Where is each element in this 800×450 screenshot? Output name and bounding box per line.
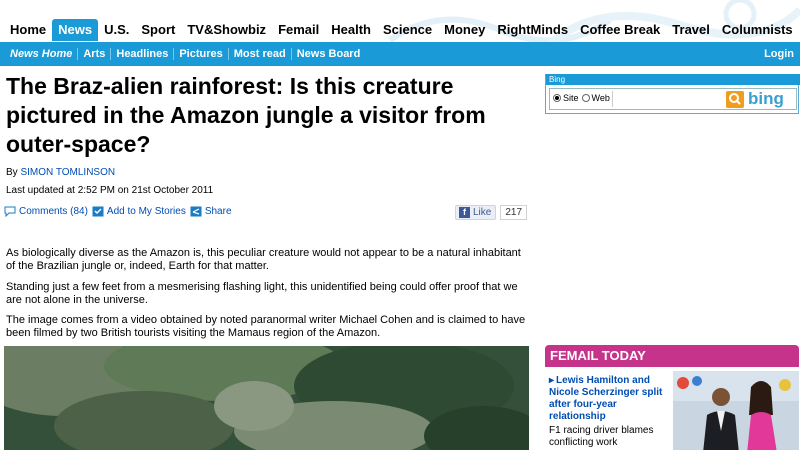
search-scope: Site Web [553,93,610,103]
web-radio-label: Web [591,93,610,103]
byline: By SIMON TOMLINSON [6,167,115,178]
nav-columnists[interactable]: Columnists [716,19,799,41]
main-nav: Home News U.S. Sport TV&Showbiz Femail H… [4,19,799,41]
add-story-label: Add to My Stories [106,206,186,217]
subnav-pictures[interactable]: Pictures [174,48,229,60]
nav-money[interactable]: Money [438,19,491,41]
search-button[interactable] [726,91,744,108]
facebook-like: f Like 217 [455,205,528,220]
top-navigation: Home News U.S. Sport TV&Showbiz Femail H… [0,0,800,44]
nav-news[interactable]: News [52,19,99,41]
bing-header: Bing [546,74,800,85]
add-to-stories-link[interactable]: Add to My Stories [92,206,186,217]
subnav-headlines[interactable]: Headlines [111,48,175,60]
share-label: Share [204,206,232,217]
article-actions: Comments (84) Add to My Stories Share [4,206,236,217]
nav-home[interactable]: Home [4,19,52,41]
femail-story-photo[interactable] [673,371,799,450]
subnav-most-read[interactable]: Most read [229,48,292,60]
comments-link[interactable]: Comments (84) [4,206,88,217]
search-icon [729,93,741,105]
facebook-icon: f [459,207,470,218]
femail-title: FEMAIL TODAY [550,348,646,363]
share-icon [190,206,202,217]
subnav-news-board[interactable]: News Board [292,48,366,60]
subnav-news-home[interactable]: News Home [0,48,79,60]
subnav-arts[interactable]: Arts [78,48,112,60]
author-link[interactable]: SIMON TOMLINSON [20,167,115,178]
site-radio-label: Site [563,93,579,103]
bing-label: Bing [549,75,566,84]
jungle-image [4,346,529,450]
bing-search-widget: Bing Site Web bing [545,74,800,114]
femail-story-title: Lewis Hamilton and Nicole Scherzinger sp… [549,375,663,422]
article-headline: The Braz-alien rainforest: Is this creat… [6,73,486,157]
speech-bubble-icon [4,206,16,217]
article-paragraph: Standing just a few feet from a mesmeris… [6,281,518,306]
celebrity-photo [673,371,799,450]
like-label: Like [473,207,492,218]
nav-rightminds[interactable]: RightMinds [491,19,574,41]
like-count: 217 [500,205,528,220]
femail-story-summary: F1 racing driver blames conflicting work [549,425,654,448]
search-input[interactable] [612,91,724,107]
facebook-like-button[interactable]: f Like [455,205,497,220]
femail-today-panel: FEMAIL TODAY ▸ Lewis Hamilton and Nicole … [545,345,799,450]
add-story-icon [92,206,104,217]
article-paragraph: As biologically diverse as the Amazon is… [6,247,521,272]
share-link[interactable]: Share [190,206,232,217]
nav-femail[interactable]: Femail [272,19,325,41]
bing-logo: bing [748,89,784,108]
login-link[interactable]: Login [764,48,794,60]
nav-us[interactable]: U.S. [98,19,135,41]
sub-navigation: News Home Arts Headlines Pictures Most r… [0,42,800,66]
bing-search-form: Site Web bing [549,88,797,110]
nav-tvshowbiz[interactable]: TV&Showbiz [181,19,272,41]
comments-label: Comments (84) [19,206,88,217]
nav-science[interactable]: Science [377,19,438,41]
nav-coffee-break[interactable]: Coffee Break [574,19,666,41]
article-paragraph: The image comes from a video obtained by… [6,314,526,339]
femail-story-link[interactable]: ▸ Lewis Hamilton and Nicole Scherzinger s… [549,375,671,423]
femail-header: FEMAIL TODAY [545,345,799,367]
site-radio[interactable] [553,94,561,102]
web-radio[interactable] [581,94,590,102]
arrow-icon: ▸ [549,375,555,386]
femail-body: ▸ Lewis Hamilton and Nicole Scherzinger s… [545,369,799,450]
nav-health[interactable]: Health [325,19,377,41]
nav-travel[interactable]: Travel [666,19,716,41]
last-updated: Last updated at 2:52 PM on 21st October … [6,185,214,196]
byline-prefix: By [6,167,18,178]
article-photo [4,346,529,450]
nav-sport[interactable]: Sport [135,19,181,41]
